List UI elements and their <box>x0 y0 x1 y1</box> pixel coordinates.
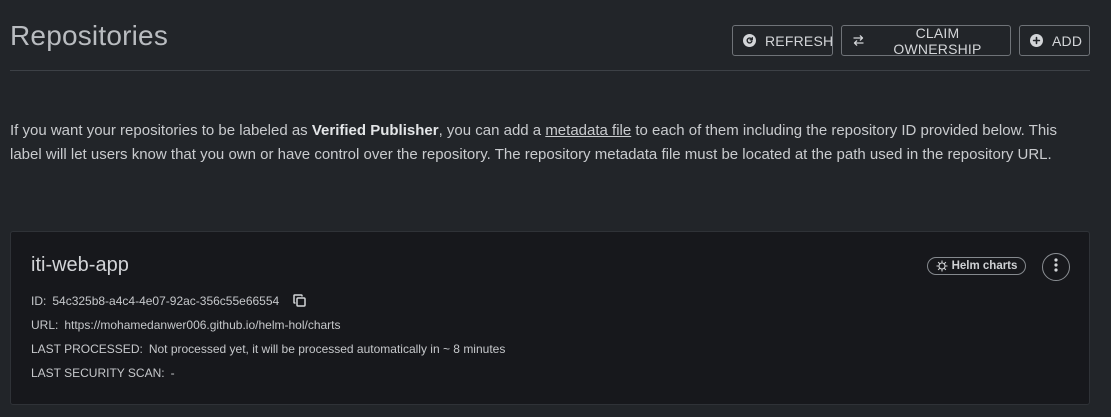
header-actions: REFRESH CLAIM OWNERSHIP ADD <box>732 24 1090 57</box>
page-title: Repositories <box>10 20 169 51</box>
repository-id-row: ID: 54c325b8-a4c4-4e07-92ac-356c55e66554 <box>31 294 306 310</box>
copy-icon <box>292 294 306 310</box>
refresh-button[interactable]: REFRESH <box>732 25 833 56</box>
repository-kind-badge: Helm charts <box>927 257 1026 275</box>
repository-card: iti-web-app Helm charts ID: 54c325b8-a4c4… <box>10 231 1090 405</box>
swap-icon <box>852 34 865 47</box>
intro-text-part2: , you can add a <box>438 122 546 139</box>
repository-url-row: URL: https://mohamedanwer006.github.io/he… <box>31 318 341 332</box>
last-processed-label: LAST PROCESSED: <box>31 342 143 356</box>
copy-id-button[interactable] <box>292 294 306 310</box>
last-processed-row: LAST PROCESSED: Not processed yet, it wil… <box>31 342 505 356</box>
repository-kind-label: Helm charts <box>951 260 1018 272</box>
refresh-label: REFRESH <box>765 32 834 49</box>
repository-id-value: 54c325b8-a4c4-4e07-92ac-356c55e66554 <box>52 294 280 308</box>
repository-url-label: URL: <box>31 318 59 332</box>
repository-name: iti-web-app <box>31 254 129 276</box>
repository-id-label: ID: <box>31 294 47 308</box>
verified-publisher-label: Verified Publisher <box>311 122 439 139</box>
plus-circle-icon <box>1030 34 1043 47</box>
verified-publisher-intro: If you want your repositories to be labe… <box>10 119 1090 167</box>
last-processed-value: Not processed yet, it will be processed … <box>148 342 506 356</box>
last-security-scan-row: LAST SECURITY SCAN: - <box>31 366 175 380</box>
add-button[interactable]: ADD <box>1019 25 1090 56</box>
add-label: ADD <box>1052 32 1083 49</box>
page-header: Repositories REFRESH CLAIM OWNERSHIP ADD <box>10 0 1090 71</box>
refresh-icon <box>743 34 756 47</box>
last-security-scan-value: - <box>170 366 175 380</box>
helm-icon <box>936 260 948 272</box>
intro-text-part1: If you want your repositories to be labe… <box>10 122 312 139</box>
repository-url-value: https://mohamedanwer006.github.io/helm-h… <box>64 318 341 332</box>
repository-options-button[interactable] <box>1042 253 1070 281</box>
claim-ownership-button[interactable]: CLAIM OWNERSHIP <box>841 24 1011 57</box>
metadata-file-link[interactable]: metadata file <box>545 122 631 139</box>
last-security-scan-label: LAST SECURITY SCAN: <box>31 366 165 380</box>
more-vertical-icon <box>1054 257 1058 277</box>
claim-ownership-label: CLAIM OWNERSHIP <box>893 24 982 57</box>
